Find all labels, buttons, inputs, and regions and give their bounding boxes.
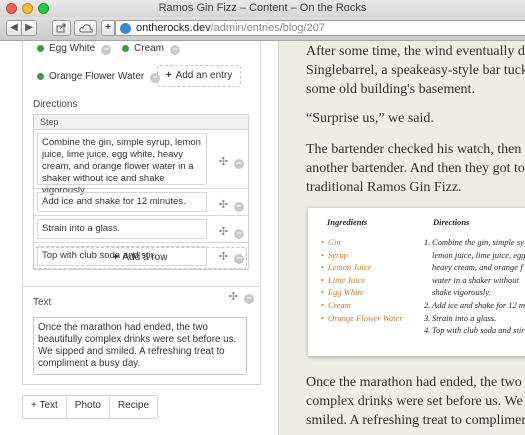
plus-icon: + bbox=[112, 252, 119, 263]
remove-ingredient-button[interactable]: − bbox=[101, 45, 112, 55]
url-host: ontherocks.dev bbox=[136, 22, 211, 34]
ingredients-list: Gin Syrup Lemon Juice Lime Juice Egg Whi… bbox=[321, 236, 403, 324]
row-tools: ✣ − bbox=[219, 225, 244, 239]
ingredient-tag: Orange Flower Water − bbox=[37, 71, 161, 83]
add-entry-button[interactable]: + Add an entry bbox=[157, 65, 241, 87]
text-label: Text bbox=[33, 297, 52, 308]
status-dot bbox=[122, 45, 129, 52]
entry-editor-pane: Egg White − Cream − Orange Flower Water − +… bbox=[0, 41, 279, 435]
remove-ingredient-button[interactable]: − bbox=[170, 45, 181, 55]
add-row-button[interactable]: + Add a row bbox=[33, 247, 247, 269]
share-button[interactable] bbox=[52, 20, 71, 36]
directions-label: Directions bbox=[33, 99, 78, 110]
window-title: Ramos Gin Fizz – Content – On the Rocks bbox=[158, 2, 367, 14]
recipe-card: Ingredients Directions Gin Syrup Lemon J… bbox=[308, 208, 525, 356]
table-row: Strain into a glass. ✣ − bbox=[34, 219, 248, 243]
delete-row-button[interactable]: − bbox=[234, 228, 244, 239]
status-dot bbox=[37, 45, 44, 52]
ingredient-link[interactable]: Orange Flower Water bbox=[321, 312, 403, 325]
preview-paragraph: The bartender checked his watch, then ca… bbox=[306, 142, 525, 195]
table-row: Add ice and shake for 12 minutes. ✣ − bbox=[34, 192, 248, 216]
preview-paragraph: After some time, the wind eventually dro… bbox=[306, 44, 525, 97]
text-block: Text ✣ − Once the marathon had ended, the… bbox=[22, 286, 261, 385]
ingredient-link[interactable]: Cream bbox=[321, 299, 403, 312]
ingredient-link[interactable]: Syrup bbox=[321, 249, 403, 262]
window-titlebar: Ramos Gin Fizz – Content – On the Rocks bbox=[0, 0, 525, 18]
preview-paragraph: Once the marathon had ended, the two be … bbox=[306, 375, 525, 428]
row-tools: ✣ − bbox=[219, 198, 244, 212]
direction-line: 3. Strain into a glass. bbox=[424, 312, 497, 323]
ingredients-heading: Ingredients bbox=[327, 217, 368, 227]
globe-icon bbox=[120, 23, 131, 34]
recipe-block: Egg White − Cream − Orange Flower Water − +… bbox=[22, 41, 261, 309]
preview-paragraph: “Surprise us,” we said. bbox=[306, 111, 434, 126]
ingredient-link[interactable]: Lemon Juice bbox=[321, 261, 403, 274]
block-tools: ✣ − bbox=[229, 290, 254, 304]
add-photo-button[interactable]: Photo bbox=[67, 396, 110, 418]
text-body-field[interactable]: Once the marathon had ended, the two bea… bbox=[33, 317, 247, 375]
directions-heading: Directions bbox=[433, 217, 470, 227]
ingredient-link[interactable]: Egg White bbox=[321, 286, 403, 299]
step-cell[interactable]: Strain into a glass. bbox=[37, 219, 207, 239]
direction-line: 2. Add ice and shake for 12 m bbox=[424, 299, 525, 310]
status-dot bbox=[37, 73, 44, 80]
back-button[interactable]: ◀ bbox=[6, 20, 22, 36]
direction-line: water in a shaker without bbox=[432, 274, 519, 285]
cloud-icon bbox=[78, 24, 93, 33]
delete-row-button[interactable]: − bbox=[234, 158, 244, 169]
step-cell[interactable]: Add ice and shake for 12 minutes. bbox=[37, 192, 207, 212]
add-text-button[interactable]: + Text bbox=[23, 396, 67, 418]
new-tab-button[interactable]: + bbox=[101, 20, 115, 36]
directions-list: 1. Combine the gin, simple sy lemon juice… bbox=[424, 236, 525, 337]
move-icon[interactable]: ✣ bbox=[219, 156, 228, 168]
direction-line: lemon juice, lime juice, egg bbox=[432, 249, 525, 260]
step-cell[interactable]: Combine the gin, simple syrup, lemon jui… bbox=[37, 133, 207, 196]
ingredient-link[interactable]: Gin bbox=[321, 236, 403, 249]
url-path: /admin/entries/blog/207 bbox=[210, 22, 325, 34]
delete-row-button[interactable]: − bbox=[234, 201, 244, 212]
ingredient-link[interactable]: Lime Juice bbox=[321, 274, 403, 287]
plus-icon: + bbox=[165, 70, 172, 81]
add-recipe-button[interactable]: Recipe bbox=[110, 396, 157, 418]
add-block-bar: + Text Photo Recipe bbox=[22, 395, 159, 419]
address-bar[interactable]: ontherocks.dev/admin/entries/blog/207 bbox=[115, 20, 525, 36]
table-header-step: Step bbox=[34, 115, 248, 130]
direction-line: shake vigorously. bbox=[432, 287, 491, 298]
move-icon[interactable]: ✣ bbox=[219, 199, 228, 211]
move-icon[interactable]: ✣ bbox=[219, 226, 228, 238]
delete-block-button[interactable]: − bbox=[244, 294, 254, 304]
ingredient-tag: Cream − bbox=[122, 43, 181, 55]
browser-toolbar: ◀ ▶ + ontherocks.dev/admin/entries/blog/… bbox=[0, 17, 525, 41]
ingredient-tag: Egg White − bbox=[37, 43, 112, 55]
share-icon bbox=[56, 23, 66, 33]
row-tools: ✣ − bbox=[219, 155, 244, 169]
icloud-tabs-button[interactable] bbox=[74, 20, 97, 36]
live-preview-pane: After some time, the wind eventually dro… bbox=[279, 41, 525, 435]
direction-line: 1. Combine the gin, simple sy bbox=[424, 237, 524, 247]
table-row: Combine the gin, simple syrup, lemon jui… bbox=[34, 133, 248, 196]
direction-line: 4. Top with club soda and stir bbox=[424, 325, 525, 336]
direction-line: heavy cream, and orange f bbox=[432, 262, 523, 273]
forward-button[interactable]: ▶ bbox=[21, 20, 37, 36]
move-icon[interactable]: ✣ bbox=[229, 291, 238, 303]
